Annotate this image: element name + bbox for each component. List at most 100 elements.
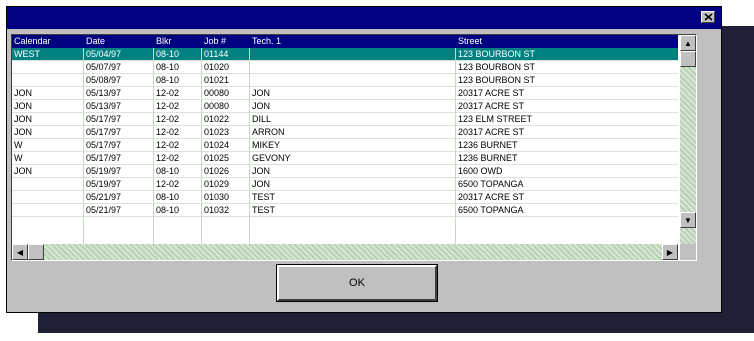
cell-calendar: JON	[14, 101, 32, 111]
cell-tech: DILL	[252, 114, 272, 124]
cell-blkr: 08-10	[156, 62, 180, 72]
cell-date: 05/17/97	[86, 140, 122, 150]
cell-date: 05/17/97	[86, 127, 122, 137]
cell-date: 05/21/97	[86, 192, 122, 202]
table-row[interactable]: 05/21/97 08-10 01030 TEST 20317 ACRE ST	[12, 191, 678, 204]
cell-job: 01144	[204, 49, 229, 59]
cell-tech: JON	[252, 88, 270, 98]
cell-job: 01020	[204, 62, 230, 72]
cell-street: 1600 OWD	[458, 166, 503, 176]
scroll-up-button[interactable]: ▲	[680, 35, 696, 51]
grid-header: Calendar Date Blkr Job # Tech. 1 Street	[12, 35, 678, 48]
cell-blkr: 08-10	[156, 205, 180, 215]
cell-tech: TEST	[252, 192, 276, 202]
vertical-scroll-thumb[interactable]	[680, 51, 696, 67]
cell-street: 20317 ACRE ST	[458, 192, 525, 202]
table-row[interactable]: W 05/17/97 12-02 01024 MIKEY 1236 BURNET	[12, 139, 678, 152]
cell-date: 05/17/97	[86, 114, 122, 124]
table-row[interactable]: JON 05/13/97 12-02 00080 JON 20317 ACRE ST	[12, 100, 678, 113]
cell-date: 05/04/97	[86, 49, 122, 59]
table-row[interactable]: JON 05/19/97 08-10 01026 JON 1600 OWD	[12, 165, 678, 178]
column-header-job[interactable]: Job #	[202, 35, 250, 48]
cell-calendar	[12, 74, 14, 87]
cell-tech: JON	[252, 166, 270, 176]
table-row[interactable]: 05/19/97 12-02 01029 JON 6500 TOPANGA	[12, 178, 678, 191]
cell-date: 05/17/97	[86, 153, 122, 163]
column-header-street[interactable]: Street	[456, 35, 678, 48]
cell-calendar: WEST	[14, 49, 40, 59]
grid-rows: WEST 05/04/97 08-10 01144 123 BOURBON ST 05/0…	[12, 48, 678, 217]
table-row[interactable]: 05/07/97 08-10 01020 123 BOURBON ST	[12, 61, 678, 74]
title-bar	[7, 7, 721, 29]
arrow-left-icon: ◀	[16, 247, 24, 257]
cell-tech	[250, 74, 252, 87]
cell-job: 01022	[204, 114, 230, 124]
cell-blkr: 12-02	[156, 179, 180, 189]
cell-calendar: JON	[14, 166, 32, 176]
scroll-right-button[interactable]: ▶	[662, 244, 678, 260]
cell-date: 05/08/97	[86, 75, 122, 85]
ok-button[interactable]: OK	[276, 264, 438, 302]
cell-date: 05/07/97	[86, 62, 122, 72]
cell-job: 01032	[204, 205, 230, 215]
scrollbar-corner	[680, 244, 696, 260]
cell-street: 20317 ACRE ST	[458, 101, 525, 111]
column-header-blkr[interactable]: Blkr	[154, 35, 202, 48]
horizontal-scrollbar[interactable]: ◀ ▶	[12, 244, 678, 260]
cell-tech: GEVONY	[252, 153, 291, 163]
column-header-tech[interactable]: Tech. 1	[250, 35, 456, 48]
cell-job: 01023	[204, 127, 230, 137]
cell-blkr: 08-10	[156, 166, 180, 176]
column-divider	[249, 48, 250, 253]
cell-blkr: 08-10	[156, 75, 180, 85]
cell-street: 123 BOURBON ST	[458, 62, 536, 72]
cell-tech: MIKEY	[252, 140, 281, 150]
cell-calendar: W	[14, 140, 23, 150]
column-header-calendar[interactable]: Calendar	[12, 35, 84, 48]
column-divider	[201, 48, 202, 253]
cell-calendar: JON	[14, 127, 32, 137]
cell-job: 01021	[204, 75, 230, 85]
close-button[interactable]	[701, 11, 715, 23]
column-divider	[83, 48, 84, 253]
cell-calendar: JON	[14, 88, 32, 98]
table-row[interactable]: JON 05/17/97 12-02 01022 DILL 123 ELM STREET	[12, 113, 678, 126]
arrow-right-icon: ▶	[666, 247, 674, 257]
column-divider	[153, 48, 154, 253]
cell-calendar	[12, 204, 14, 217]
cell-street: 6500 TOPANGA	[458, 179, 524, 189]
cell-blkr: 12-02	[156, 88, 180, 98]
cell-job: 01026	[204, 166, 230, 176]
table-row[interactable]: WEST 05/04/97 08-10 01144 123 BOURBON ST	[12, 48, 678, 61]
column-header-date[interactable]: Date	[84, 35, 154, 48]
cell-street: 123 BOURBON ST	[458, 49, 536, 59]
cell-blkr: 12-02	[156, 127, 180, 137]
jobs-grid[interactable]: Calendar Date Blkr Job # Tech. 1 Street …	[11, 34, 697, 261]
arrow-down-icon: ▼	[684, 215, 692, 225]
cell-tech: JON	[252, 101, 270, 111]
cell-calendar	[12, 61, 14, 74]
cell-street: 123 ELM STREET	[458, 114, 533, 124]
scroll-left-button[interactable]: ◀	[12, 244, 28, 260]
horizontal-scroll-thumb[interactable]	[28, 244, 44, 260]
cell-date: 05/21/97	[86, 205, 122, 215]
cell-date: 05/13/97	[86, 88, 122, 98]
cell-job: 01024	[204, 140, 230, 150]
cell-tech	[250, 61, 252, 74]
scroll-down-button[interactable]: ▼	[680, 212, 696, 228]
table-row[interactable]: JON 05/13/97 12-02 00080 JON 20317 ACRE ST	[12, 87, 678, 100]
table-row[interactable]: W 05/17/97 12-02 01025 GEVONY 1236 BURNET	[12, 152, 678, 165]
table-row[interactable]: JON 05/17/97 12-02 01023 ARRON 20317 ACRE ST	[12, 126, 678, 139]
vertical-scrollbar[interactable]: ▲ ▼	[680, 35, 696, 244]
cell-street: 20317 ACRE ST	[458, 88, 525, 98]
cell-date: 05/19/97	[86, 166, 122, 176]
cell-date: 05/13/97	[86, 101, 122, 111]
arrow-up-icon: ▲	[684, 38, 692, 48]
cell-job: 00080	[204, 88, 230, 98]
cell-street: 6500 TOPANGA	[458, 205, 524, 215]
cell-blkr: 08-10	[156, 49, 180, 59]
table-row[interactable]: 05/21/97 08-10 01032 TEST 6500 TOPANGA	[12, 204, 678, 217]
cell-calendar: JON	[14, 114, 32, 124]
table-row[interactable]: 05/08/97 08-10 01021 123 BOURBON ST	[12, 74, 678, 87]
cell-job: 01029	[204, 179, 230, 189]
